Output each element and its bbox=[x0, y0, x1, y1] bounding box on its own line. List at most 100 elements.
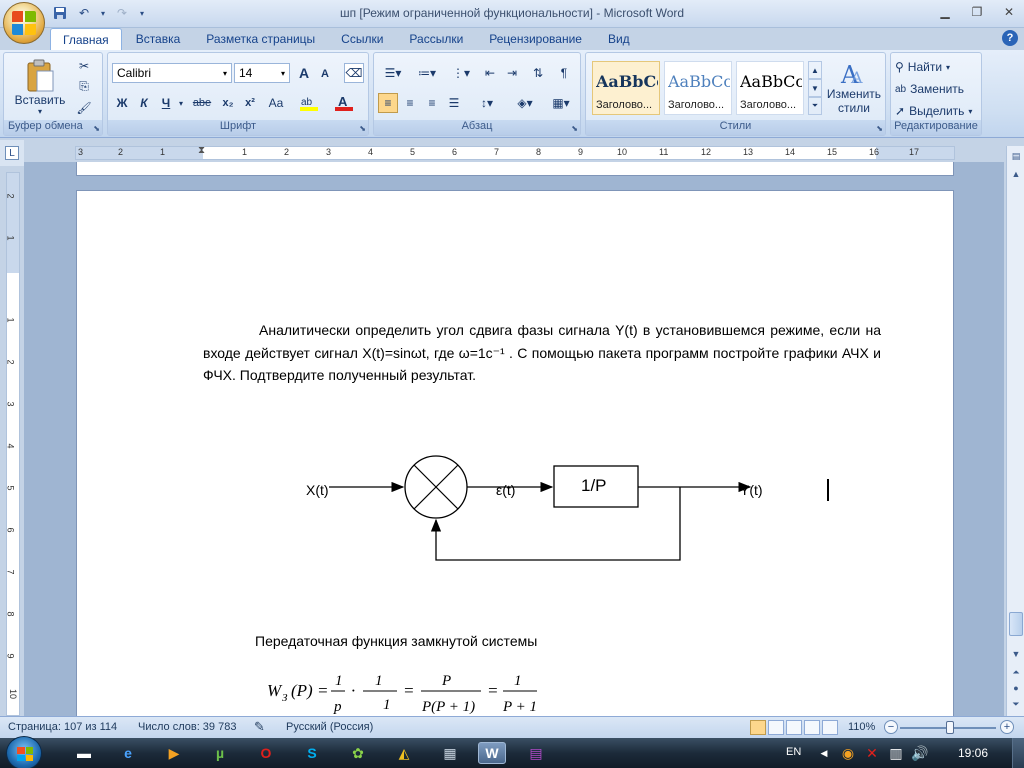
restore-button[interactable]: ❐ bbox=[966, 3, 988, 21]
office-button[interactable] bbox=[3, 2, 45, 44]
network-icon[interactable]: ▥ bbox=[884, 742, 908, 764]
document-area[interactable]: Аналитически определить угол сдвига фазы… bbox=[24, 162, 1004, 716]
tab-references[interactable]: Ссылки bbox=[329, 28, 395, 50]
replace-button[interactable]: ab Заменить bbox=[895, 79, 979, 99]
winrar-icon[interactable]: ▤ bbox=[524, 742, 548, 764]
scrollbar-thumb[interactable] bbox=[1009, 612, 1023, 636]
font-name-combo[interactable]: Calibri ▾ bbox=[112, 63, 232, 83]
tray-app-icon[interactable]: ◉ bbox=[836, 742, 860, 764]
increase-indent-icon[interactable]: ⇥ bbox=[502, 63, 522, 83]
style-heading-2[interactable]: AaBbCc Заголово... bbox=[664, 61, 732, 115]
web-layout-view-button[interactable] bbox=[786, 720, 802, 735]
numbering-icon[interactable]: ≔▾ bbox=[412, 63, 442, 83]
justify-icon[interactable]: ☰ bbox=[444, 93, 464, 113]
style-heading-1[interactable]: AaBbCc Заголово... bbox=[592, 61, 660, 115]
scroll-up-icon[interactable]: ▲ bbox=[1008, 166, 1024, 182]
decrease-indent-icon[interactable]: ⇤ bbox=[480, 63, 500, 83]
outline-view-button[interactable] bbox=[804, 720, 820, 735]
align-center-icon[interactable]: ≡ bbox=[400, 93, 420, 113]
help-icon[interactable]: ? bbox=[1002, 30, 1018, 46]
print-layout-view-button[interactable] bbox=[750, 720, 766, 735]
cut-icon[interactable]: ✂ bbox=[74, 57, 94, 75]
scroll-down-icon[interactable]: ▼ bbox=[1008, 646, 1024, 662]
skype-icon[interactable]: S bbox=[300, 742, 324, 764]
grow-font-button[interactable]: A bbox=[294, 63, 314, 83]
minimize-button[interactable]: ▁ bbox=[934, 3, 956, 21]
tab-mailings[interactable]: Рассылки bbox=[397, 28, 475, 50]
styles-more-icon[interactable]: ⏷ bbox=[808, 97, 822, 115]
find-button[interactable]: ⚲ Найти ▾ bbox=[895, 57, 979, 77]
styles-scroll-down-icon[interactable]: ▼ bbox=[808, 79, 822, 97]
highlight-color-button[interactable]: ab bbox=[296, 93, 324, 113]
shrink-font-button[interactable]: A bbox=[316, 65, 334, 83]
styles-scroll-up-icon[interactable]: ▲ bbox=[808, 61, 822, 79]
styles-launcher-icon[interactable]: ⬊ bbox=[876, 124, 883, 133]
horizontal-ruler[interactable]: 3 2 1 1 2 3 4 5 6 7 8 9 10 11 12 13 14 1… bbox=[75, 145, 955, 160]
calculator-icon[interactable]: ▦ bbox=[438, 742, 462, 764]
underline-dropdown-icon[interactable]: ▾ bbox=[176, 93, 186, 113]
paste-button[interactable]: Вставить ▾ bbox=[10, 57, 70, 117]
settings-gear-icon[interactable]: ✿ bbox=[346, 742, 370, 764]
zoom-level[interactable]: 110% bbox=[848, 721, 875, 733]
format-painter-icon[interactable]: 🖌 bbox=[74, 99, 94, 117]
archive-icon[interactable]: ◭ bbox=[392, 742, 416, 764]
clipboard-launcher-icon[interactable]: ⬊ bbox=[93, 124, 100, 133]
subscript-button[interactable]: x₂ bbox=[218, 93, 238, 113]
previous-page-icon[interactable]: ⏶ bbox=[1008, 664, 1024, 680]
style-heading-3[interactable]: AaBbCcI Заголово... bbox=[736, 61, 804, 115]
opera-icon[interactable]: O bbox=[254, 742, 278, 764]
change-styles-button[interactable]: AA Изменить стили bbox=[824, 57, 884, 119]
tray-clock[interactable]: 19:06 bbox=[958, 746, 988, 760]
strikethrough-button[interactable]: abe bbox=[190, 93, 214, 113]
page-counter[interactable]: Страница: 107 из 114 bbox=[8, 721, 117, 733]
media-player-icon[interactable]: ▶ bbox=[162, 742, 186, 764]
utorrent-icon[interactable]: µ bbox=[208, 742, 232, 764]
tab-review[interactable]: Рецензирование bbox=[477, 28, 594, 50]
show-desktop-button[interactable] bbox=[1012, 738, 1024, 768]
volume-icon[interactable]: 🔊 bbox=[908, 742, 932, 764]
ruler-toggle-icon[interactable]: ▤ bbox=[1008, 148, 1024, 164]
italic-button[interactable]: К bbox=[134, 93, 154, 113]
clear-formatting-icon[interactable]: ⌫ bbox=[344, 63, 364, 83]
tab-home[interactable]: Главная bbox=[50, 28, 122, 50]
tab-page-layout[interactable]: Разметка страницы bbox=[194, 28, 327, 50]
proofing-icon[interactable]: ✎ bbox=[254, 719, 265, 735]
font-size-combo[interactable]: 14 ▾ bbox=[234, 63, 290, 83]
line-spacing-icon[interactable]: ↕▾ bbox=[472, 93, 502, 113]
borders-icon[interactable]: ▦▾ bbox=[546, 93, 576, 113]
underline-button[interactable]: Ч bbox=[156, 93, 176, 113]
tab-insert[interactable]: Вставка bbox=[124, 28, 193, 50]
multilevel-list-icon[interactable]: ⋮▾ bbox=[446, 63, 476, 83]
vertical-scrollbar[interactable]: ▤ ▲ ▼ ⏶ ● ⏷ bbox=[1006, 146, 1024, 716]
indent-marker-icon[interactable]: ⧗ bbox=[198, 145, 205, 156]
shading-icon[interactable]: ◈▾ bbox=[510, 93, 540, 113]
superscript-button[interactable]: x² bbox=[240, 93, 260, 113]
font-launcher-icon[interactable]: ⬊ bbox=[359, 124, 366, 133]
tray-language[interactable]: EN bbox=[786, 746, 801, 758]
tray-security-icon[interactable]: ✕ bbox=[860, 742, 884, 764]
paragraph-launcher-icon[interactable]: ⬊ bbox=[571, 124, 578, 133]
tab-view[interactable]: Вид bbox=[596, 28, 642, 50]
sort-icon[interactable]: ⇅ bbox=[528, 63, 548, 83]
font-color-button[interactable]: A bbox=[330, 93, 360, 113]
show-marks-icon[interactable]: ¶ bbox=[554, 63, 574, 83]
change-case-button[interactable]: Aa bbox=[264, 93, 288, 113]
explorer-icon[interactable]: ▬ bbox=[72, 742, 96, 764]
next-page-icon[interactable]: ⏷ bbox=[1008, 696, 1024, 712]
tray-expand-icon[interactable]: ◀ bbox=[812, 742, 836, 764]
align-right-icon[interactable]: ≡ bbox=[422, 93, 442, 113]
internet-explorer-icon[interactable]: e bbox=[116, 742, 140, 764]
select-button[interactable]: ➚ Выделить ▾ bbox=[895, 101, 979, 121]
browse-object-icon[interactable]: ● bbox=[1008, 680, 1024, 696]
word-count[interactable]: Число слов: 39 783 bbox=[138, 721, 236, 733]
language-indicator[interactable]: Русский (Россия) bbox=[286, 721, 373, 733]
block-diagram[interactable]: X(t) ε(t) 1/P Y(t) bbox=[77, 191, 955, 631]
bullets-icon[interactable]: ☰▾ bbox=[378, 63, 408, 83]
draft-view-button[interactable] bbox=[822, 720, 838, 735]
zoom-slider-knob[interactable] bbox=[946, 721, 954, 734]
start-button[interactable] bbox=[6, 736, 42, 768]
align-left-icon[interactable]: ≡ bbox=[378, 93, 398, 113]
zoom-in-button[interactable]: + bbox=[1000, 720, 1014, 734]
full-screen-view-button[interactable] bbox=[768, 720, 784, 735]
word-app-icon[interactable]: W bbox=[478, 742, 506, 764]
